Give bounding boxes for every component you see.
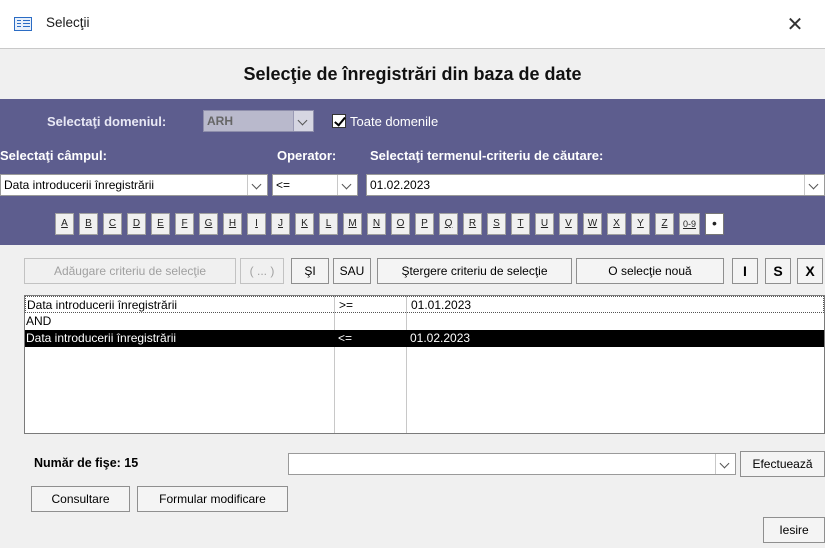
alphabet-button-p[interactable]: P bbox=[415, 213, 434, 235]
operator-value: <= bbox=[276, 178, 291, 192]
all-domains-label: Toate domenile bbox=[350, 114, 439, 129]
field-label: Selectaţi câmpul: bbox=[0, 148, 107, 163]
term-value: 01.02.2023 bbox=[370, 178, 431, 192]
alphabet-button-a[interactable]: A bbox=[55, 213, 74, 235]
criteria-field: Data introducerii înregistrării bbox=[26, 331, 177, 345]
close-icon[interactable]: ✕ bbox=[780, 10, 810, 38]
criteria-panel: Selectaţi domeniul: ARH Toate domenile S… bbox=[0, 99, 825, 245]
chevron-down-icon[interactable] bbox=[337, 175, 357, 195]
new-selection-button[interactable]: O selecţie nouă bbox=[576, 258, 724, 284]
domain-value: ARH bbox=[207, 114, 233, 128]
criteria-field: Data introducerii înregistrării bbox=[27, 298, 178, 312]
criteria-field: AND bbox=[26, 314, 52, 328]
operator-label: Operator: bbox=[277, 148, 337, 163]
criteria-operator: <= bbox=[338, 331, 353, 345]
alphabet-button-q[interactable]: Q bbox=[439, 213, 458, 235]
criteria-list[interactable]: Data introducerii înregistrării >= 01.01.2… bbox=[24, 295, 825, 434]
chevron-down-icon[interactable] bbox=[715, 454, 735, 474]
alphabet-button-v[interactable]: V bbox=[559, 213, 578, 235]
alphabet-button-k[interactable]: K bbox=[295, 213, 314, 235]
alphabet-button-c[interactable]: C bbox=[103, 213, 122, 235]
field-value: Data introducerii înregistrării bbox=[4, 178, 155, 192]
term-combo[interactable]: 01.02.2023 bbox=[366, 174, 825, 196]
field-select[interactable]: Data introducerii înregistrării bbox=[0, 174, 268, 196]
alphabet-button-o[interactable]: O bbox=[391, 213, 410, 235]
add-criterion-button[interactable]: Adăugare criteriu de selecţie bbox=[24, 258, 236, 284]
alphabet-button-i[interactable]: I bbox=[247, 213, 266, 235]
criteria-row[interactable]: Data introducerii înregistrării <= 01.02.2… bbox=[25, 330, 824, 347]
alphabet-button-m[interactable]: M bbox=[343, 213, 362, 235]
criteria-row[interactable]: AND bbox=[25, 313, 824, 330]
domain-select[interactable]: ARH bbox=[203, 110, 314, 132]
x-button[interactable]: X bbox=[797, 258, 823, 284]
criteria-value: 01.01.2023 bbox=[411, 298, 472, 312]
alphabet-button-z[interactable]: Z bbox=[655, 213, 674, 235]
alphabet-button-j[interactable]: J bbox=[271, 213, 290, 235]
page-title: Selecţie de înregistrări din baza de dat… bbox=[0, 49, 825, 99]
parentheses-button[interactable]: ( ... ) bbox=[240, 258, 284, 284]
alphabet-button-n[interactable]: N bbox=[367, 213, 386, 235]
chevron-down-icon[interactable] bbox=[804, 175, 824, 195]
run-button[interactable]: Efectuează bbox=[740, 451, 825, 477]
alphabet-button-g[interactable]: G bbox=[199, 213, 218, 235]
alphabet-button-s[interactable]: S bbox=[487, 213, 506, 235]
edit-form-button[interactable]: Formular modificare bbox=[137, 486, 288, 512]
alphabet-button-e[interactable]: E bbox=[151, 213, 170, 235]
domain-label: Selectaţi domeniul: bbox=[47, 114, 167, 129]
and-button[interactable]: ŞI bbox=[291, 258, 329, 284]
saved-selection-combo[interactable] bbox=[288, 453, 736, 475]
s-button[interactable]: S bbox=[765, 258, 791, 284]
alphabet-button-w[interactable]: W bbox=[583, 213, 602, 235]
alphabet-button-d[interactable]: D bbox=[127, 213, 146, 235]
all-domains-checkbox[interactable] bbox=[332, 114, 346, 128]
alphabet-button-x[interactable]: X bbox=[607, 213, 626, 235]
alphabet-button-l[interactable]: L bbox=[319, 213, 338, 235]
selections-window: Selecţii ✕ Selecţie de înregistrări din … bbox=[0, 0, 825, 548]
consult-button[interactable]: Consultare bbox=[31, 486, 130, 512]
form-icon bbox=[14, 17, 32, 31]
window-title: Selecţii bbox=[46, 15, 90, 30]
criteria-value: 01.02.2023 bbox=[410, 331, 471, 345]
alphabet-button-f[interactable]: F bbox=[175, 213, 194, 235]
or-button[interactable]: SAU bbox=[333, 258, 371, 284]
alphabet-button-t[interactable]: T bbox=[511, 213, 530, 235]
i-button[interactable]: I bbox=[732, 258, 758, 284]
chevron-down-icon[interactable] bbox=[293, 111, 313, 131]
exit-button[interactable]: Iesire bbox=[763, 517, 825, 543]
alphabet-button-r[interactable]: R bbox=[463, 213, 482, 235]
title-bar: Selecţii ✕ bbox=[0, 0, 825, 49]
operator-select[interactable]: <= bbox=[272, 174, 358, 196]
alphabet-button-all[interactable]: • bbox=[705, 213, 724, 235]
delete-criterion-button[interactable]: Ştergere criteriu de selecţie bbox=[377, 258, 572, 284]
alphabet-button-b[interactable]: B bbox=[79, 213, 98, 235]
alphabet-button-0-9[interactable]: 0-9 bbox=[679, 213, 700, 235]
alphabet-button-u[interactable]: U bbox=[535, 213, 554, 235]
criteria-operator: >= bbox=[339, 298, 354, 312]
alphabet-button-h[interactable]: H bbox=[223, 213, 242, 235]
alphabet-button-y[interactable]: Y bbox=[631, 213, 650, 235]
record-count: Număr de fişe: 15 bbox=[34, 456, 139, 470]
chevron-down-icon[interactable] bbox=[247, 175, 267, 195]
term-label: Selectaţi termenul-criteriu de căutare: bbox=[370, 148, 604, 163]
criteria-row[interactable]: Data introducerii înregistrării >= 01.01.2… bbox=[25, 296, 824, 313]
